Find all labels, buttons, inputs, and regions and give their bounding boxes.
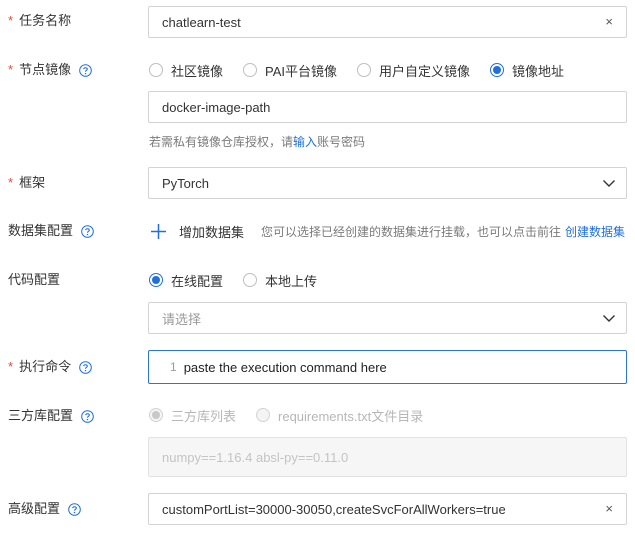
create-dataset-link[interactable]: 创建数据集 bbox=[565, 223, 625, 240]
framework-select[interactable]: PyTorch bbox=[148, 167, 627, 199]
required-asterisk: * bbox=[8, 13, 14, 28]
command-value: paste the execution command here bbox=[183, 359, 387, 375]
third-party-radio-group: 三方库列表 requirements.txt文件目录 bbox=[149, 406, 443, 424]
framework-value: PyTorch bbox=[162, 175, 209, 191]
dataset-row: 增加数据集 您可以选择已经创建的数据集进行挂载，也可以点击前往 创建数据集 bbox=[150, 221, 625, 241]
radio-local-upload[interactable]: 本地上传 bbox=[243, 271, 317, 290]
help-icon[interactable] bbox=[81, 409, 94, 423]
node-image-label: * 节点镜像 bbox=[8, 61, 92, 79]
help-icon[interactable] bbox=[81, 224, 94, 238]
clear-icon[interactable]: × bbox=[605, 15, 613, 29]
advanced-config-value: customPortList=30000-30050,createSvcForA… bbox=[162, 501, 506, 517]
clear-icon[interactable]: × bbox=[605, 502, 613, 516]
third-party-label: 三方库配置 bbox=[8, 407, 94, 425]
radio-dot[interactable] bbox=[243, 63, 258, 77]
plus-icon bbox=[151, 223, 166, 239]
radio-dot[interactable] bbox=[256, 408, 271, 422]
radio-dot-selected[interactable] bbox=[149, 408, 163, 422]
radio-dot[interactable] bbox=[243, 273, 258, 287]
code-select-placeholder: 请选择 bbox=[162, 311, 202, 327]
code-select[interactable]: 请选择 bbox=[148, 302, 627, 334]
add-dataset-button[interactable]: 增加数据集 bbox=[150, 222, 244, 241]
task-name-input[interactable]: chatlearn-test × bbox=[148, 6, 627, 38]
image-address-value: docker-image-path bbox=[162, 99, 271, 115]
radio-library-list[interactable]: 三方库列表 bbox=[149, 406, 236, 425]
chevron-down-icon bbox=[603, 180, 615, 187]
radio-dot-selected[interactable] bbox=[149, 273, 163, 287]
help-icon[interactable] bbox=[79, 360, 92, 374]
help-icon[interactable] bbox=[79, 63, 92, 77]
chevron-down-icon bbox=[603, 315, 615, 322]
required-asterisk: * bbox=[8, 62, 14, 77]
dataset-description: 您可以选择已经创建的数据集进行挂载，也可以点击前往 bbox=[261, 224, 562, 239]
input-credentials-link[interactable]: 输入 bbox=[293, 135, 317, 149]
line-number: 1 bbox=[170, 360, 177, 374]
advanced-config-input[interactable]: customPortList=30000-30050,createSvcForA… bbox=[148, 493, 627, 525]
required-asterisk: * bbox=[8, 359, 14, 374]
image-auth-hint: 若需私有镜像仓库授权，请输入账号密码 bbox=[149, 135, 366, 149]
command-label: * 执行命令 bbox=[8, 358, 92, 376]
required-asterisk: * bbox=[8, 175, 14, 190]
radio-image-address[interactable]: 镜像地址 bbox=[490, 61, 564, 80]
advanced-label: 高级配置 bbox=[8, 500, 81, 518]
radio-requirements-file[interactable]: requirements.txt文件目录 bbox=[256, 406, 423, 425]
radio-dot[interactable] bbox=[357, 63, 372, 77]
radio-dot[interactable] bbox=[149, 63, 163, 77]
dataset-label: 数据集配置 bbox=[8, 222, 94, 240]
radio-online-config[interactable]: 在线配置 bbox=[149, 271, 223, 290]
radio-dot-selected[interactable] bbox=[490, 63, 505, 77]
task-name-value: chatlearn-test bbox=[162, 14, 241, 30]
third-party-textarea[interactable]: numpy==1.16.4 absl-py==0.11.0 bbox=[148, 437, 627, 477]
radio-custom-image[interactable]: 用户自定义镜像 bbox=[357, 61, 470, 80]
image-address-input[interactable]: docker-image-path bbox=[148, 91, 627, 123]
command-editor[interactable]: 1 paste the execution command here bbox=[148, 350, 627, 384]
radio-pai-image[interactable]: PAI平台镜像 bbox=[243, 61, 337, 80]
third-party-placeholder: numpy==1.16.4 absl-py==0.11.0 bbox=[162, 449, 349, 465]
code-radio-group: 在线配置 本地上传 bbox=[149, 271, 337, 289]
help-icon[interactable] bbox=[68, 502, 81, 516]
radio-community-image[interactable]: 社区镜像 bbox=[149, 61, 223, 80]
task-name-label: * 任务名称 bbox=[8, 13, 72, 28]
framework-label: * 框架 bbox=[8, 175, 46, 190]
node-image-radio-group: 社区镜像 PAI平台镜像 用户自定义镜像 镜像地址 bbox=[149, 61, 584, 79]
code-label: 代码配置 bbox=[8, 272, 61, 287]
